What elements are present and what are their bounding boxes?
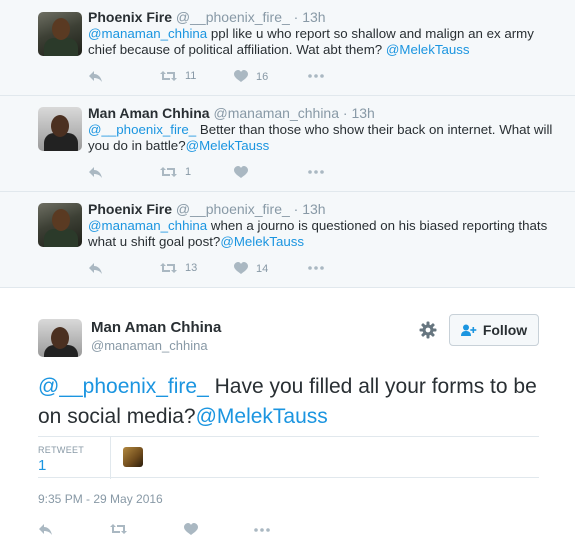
- tweet-header: Phoenix Fire @__phoenix_fire_ · 13h: [88, 201, 326, 217]
- reply-icon: [88, 166, 103, 179]
- tweet-actions: 11 16: [88, 70, 388, 86]
- gear-icon[interactable]: [419, 321, 437, 339]
- tweet-text: @__phoenix_fire_ Better than those who s…: [88, 122, 558, 154]
- tweet-text: @__phoenix_fire_ Have you filled all you…: [38, 372, 538, 432]
- mention-link[interactable]: @manaman_chhina: [88, 26, 207, 41]
- tweet-text: @manaman_chhina ppl like u who report so…: [88, 26, 558, 58]
- reply-icon: [88, 262, 103, 275]
- author-handle[interactable]: @manaman_chhina: [91, 338, 208, 353]
- like-count: 14: [256, 262, 269, 275]
- follow-user-icon: [460, 324, 477, 337]
- like-button[interactable]: [184, 523, 198, 536]
- reply-icon: [88, 70, 103, 83]
- author-handle[interactable]: @manaman_chhina: [214, 105, 340, 121]
- tweet-header: Man Aman Chhina @manaman_chhina · 13h: [88, 105, 375, 121]
- like-icon: [184, 523, 198, 536]
- tweet-actions: 13 14: [88, 262, 388, 278]
- more-icon: [308, 266, 324, 270]
- retweet-count: 13: [185, 262, 198, 274]
- tweet-timestamp[interactable]: 9:35 PM - 29 May 2016: [38, 492, 163, 506]
- like-button[interactable]: 14: [234, 262, 268, 275]
- author-name[interactable]: Man Aman Chhina: [91, 319, 221, 336]
- retweet-icon: [160, 70, 177, 82]
- author-name[interactable]: Man Aman Chhina: [88, 105, 210, 121]
- mention-link[interactable]: @MelekTauss: [220, 234, 304, 249]
- mention-link[interactable]: @MelekTauss: [196, 405, 328, 428]
- more-button[interactable]: [308, 74, 324, 78]
- author-handle[interactable]: @__phoenix_fire_: [176, 9, 290, 25]
- tweet-time[interactable]: 13h: [351, 105, 374, 121]
- like-icon: [234, 70, 248, 83]
- reply-icon: [38, 523, 53, 536]
- like-count: 16: [256, 70, 269, 83]
- stats-divider: [110, 437, 111, 479]
- retweet-count: 1: [185, 166, 192, 178]
- tweet-actions: [38, 523, 278, 539]
- like-icon: [234, 262, 248, 275]
- reply-tweet[interactable]: Phoenix Fire @__phoenix_fire_ · 13h @man…: [0, 0, 575, 96]
- tweet-text: @manaman_chhina when a journo is questio…: [88, 218, 558, 250]
- reply-tweet[interactable]: Man Aman Chhina @manaman_chhina · 13h @_…: [0, 96, 575, 192]
- like-icon: [234, 166, 248, 179]
- avatar[interactable]: [38, 107, 82, 151]
- mention-link[interactable]: @manaman_chhina: [88, 218, 207, 233]
- avatar[interactable]: [38, 319, 82, 357]
- tweet-time[interactable]: 13h: [302, 9, 325, 25]
- retweet-button[interactable]: 1: [160, 166, 191, 178]
- retweet-icon: [110, 523, 127, 535]
- mention-link[interactable]: @MelekTauss: [186, 138, 270, 153]
- more-button[interactable]: [308, 170, 324, 174]
- main-tweet: Man Aman Chhina @manaman_chhina Follow @…: [0, 288, 575, 542]
- retweet-icon: [160, 262, 177, 274]
- author-name[interactable]: Phoenix Fire: [88, 9, 172, 25]
- retweet-button[interactable]: [110, 523, 127, 535]
- avatar[interactable]: [38, 12, 82, 56]
- retweet-stat-count[interactable]: 1: [38, 457, 46, 474]
- reply-button[interactable]: [88, 70, 103, 83]
- retweet-icon: [160, 166, 177, 178]
- avatar[interactable]: [38, 203, 82, 247]
- tweet-header: Phoenix Fire @__phoenix_fire_ · 13h: [88, 9, 326, 25]
- reply-button[interactable]: [88, 166, 103, 179]
- author-handle[interactable]: @__phoenix_fire_: [176, 201, 290, 217]
- more-button[interactable]: [308, 266, 324, 270]
- reply-button[interactable]: [38, 523, 53, 536]
- more-icon: [254, 528, 270, 532]
- retweet-button[interactable]: 11: [160, 70, 196, 82]
- like-button[interactable]: [234, 166, 256, 179]
- author-name[interactable]: Phoenix Fire: [88, 201, 172, 217]
- retweet-stat-label: RETWEET: [38, 445, 85, 455]
- more-icon: [308, 170, 324, 174]
- mention-link[interactable]: @MelekTauss: [386, 42, 470, 57]
- follow-button[interactable]: Follow: [449, 314, 539, 346]
- retweet-count: 11: [185, 70, 197, 82]
- tweet-stats: RETWEET 1: [38, 436, 539, 479]
- retweet-button[interactable]: 13: [160, 262, 197, 274]
- tweet-actions: 1: [88, 166, 388, 182]
- mention-link[interactable]: @__phoenix_fire_: [88, 122, 196, 137]
- reply-tweet[interactable]: Phoenix Fire @__phoenix_fire_ · 13h @man…: [0, 192, 575, 288]
- tweet-time[interactable]: 13h: [302, 201, 325, 217]
- like-button[interactable]: 16: [234, 70, 268, 83]
- retweeter-avatar[interactable]: [123, 447, 143, 467]
- more-button[interactable]: [254, 528, 270, 532]
- mention-link[interactable]: @__phoenix_fire_: [38, 375, 209, 398]
- reply-button[interactable]: [88, 262, 103, 275]
- follow-label: Follow: [482, 322, 528, 338]
- more-icon: [308, 74, 324, 78]
